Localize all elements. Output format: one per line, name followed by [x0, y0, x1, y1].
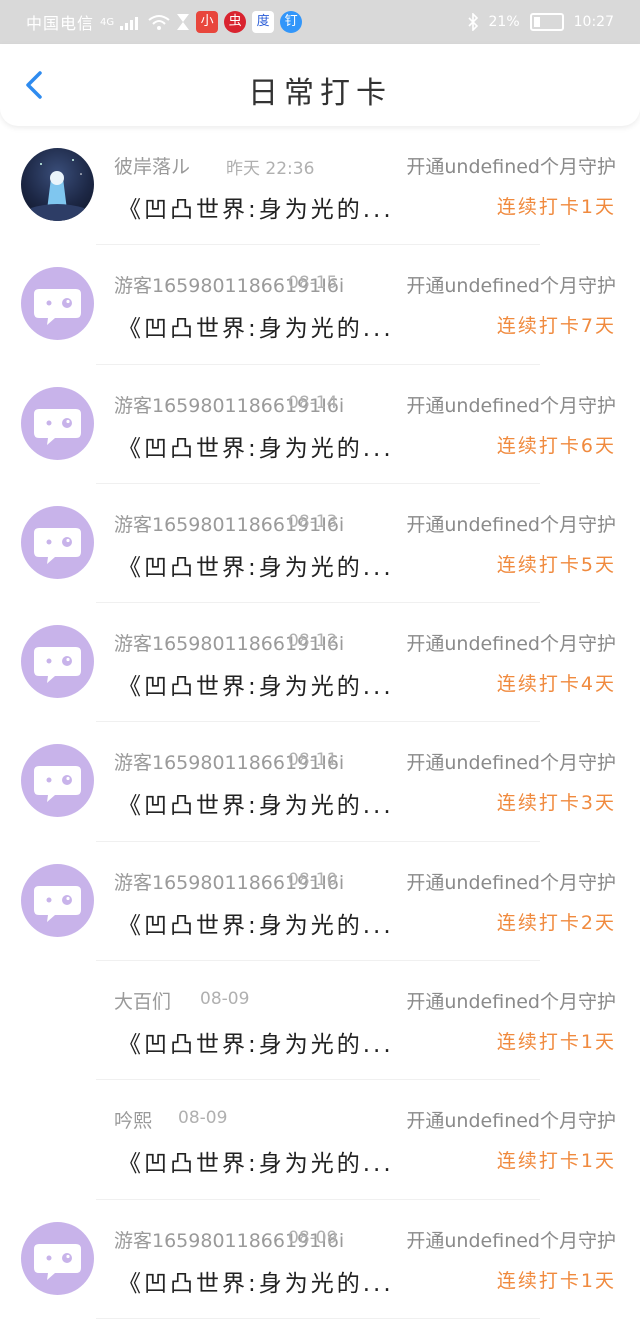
list-item[interactable]: 大百们 08-09 开通undefined个月守护 《凹凸世界:身为光的... 连续打卡… [0, 961, 640, 1081]
app-icon-xiaohongshu: 小 [196, 11, 219, 33]
post-date: 08-14 [288, 392, 338, 413]
page-title: 日常打卡 [248, 76, 392, 111]
guard-label: 开通undefined个月守护 [406, 1110, 616, 1133]
post-date: 08-10 [288, 869, 338, 890]
streak-label: 连续打卡3天 [496, 792, 616, 815]
status-bar: 中国电信 4G 小 虫 度 钉 21% 10:27 [0, 0, 640, 44]
checkin-text[interactable]: 《凹凸世界:身为光的... [118, 1144, 394, 1178]
streak-label: 连续打卡1天 [496, 196, 616, 218]
clock: 10:27 [573, 14, 614, 30]
guard-label: 开通undefined个月守护 [406, 991, 616, 1014]
streak-label: 连续打卡4天 [496, 673, 616, 696]
checkin-text[interactable]: 《凹凸世界:身为光的... [118, 1264, 394, 1298]
app-icon-chong: 虫 [224, 11, 247, 33]
guard-label: 开通undefined个月守护 [406, 1229, 616, 1252]
checkin-text[interactable]: 《凹凸世界:身为光的... [118, 190, 394, 224]
post-date: 08-09 [200, 989, 250, 1010]
network-label: 4G [100, 16, 115, 28]
chat-bubble-icon [34, 766, 81, 803]
list-item[interactable]: 游客16598011866191I6i 08-09 开通undefined个月守护《… [0, 1200, 640, 1319]
post-date: 08-09 [178, 1108, 228, 1129]
avatar[interactable] [21, 505, 94, 579]
chat-bubble-icon [34, 885, 81, 922]
chat-bubble-icon [34, 1243, 81, 1280]
guard-label: 开通undefined个月守护 [406, 633, 616, 656]
battery-icon [529, 13, 564, 31]
streak-label: 连续打卡5天 [496, 553, 616, 576]
app-icon-dingtalk: 钉 [280, 11, 303, 33]
checkin-text[interactable]: 《凹凸世界:身为光的... [118, 786, 394, 820]
streak-label: 连续打卡7天 [496, 315, 616, 338]
post-date: 08-11 [288, 750, 338, 771]
avatar[interactable] [21, 1221, 94, 1295]
guard-label: 开通undefined个月守护 [406, 752, 616, 775]
bluetooth-icon [467, 13, 478, 31]
guard-label: 开通undefined个月守护 [406, 275, 616, 298]
user-name[interactable]: 吟熙 [114, 1106, 152, 1133]
status-right: 21% 10:27 [467, 13, 640, 31]
list-item[interactable]: 游客16598011866191I6i 08-15 开通undefined个月守护《… [0, 245, 640, 365]
wifi-icon [148, 15, 170, 30]
user-name[interactable]: 彼岸落ル [114, 152, 190, 179]
list-item[interactable]: 游客16598011866191I6i 08-12 开通undefined个月守护《… [0, 603, 640, 723]
streak-label: 连续打卡1天 [496, 1150, 616, 1173]
checkin-text[interactable]: 《凹凸世界:身为光的... [118, 906, 394, 940]
status-left: 中国电信 4G 小 虫 度 钉 [0, 10, 303, 34]
avatar[interactable] [21, 148, 94, 221]
chat-bubble-icon [34, 408, 81, 445]
post-date: 08-13 [288, 511, 338, 532]
avatar[interactable] [21, 386, 94, 460]
checkin-text[interactable]: 《凹凸世界:身为光的... [118, 309, 394, 343]
signal-icon [120, 17, 139, 30]
checkin-text[interactable]: 《凹凸世界:身为光的... [118, 429, 394, 463]
carrier-label: 中国电信 [26, 14, 95, 33]
guard-label: 开通undefined个月守护 [406, 156, 616, 178]
checkin-text[interactable]: 《凹凸世界:身为光的... [118, 1025, 394, 1059]
list-item[interactable]: 吟熙 08-09 开通undefined个月守护 《凹凸世界:身为光的... 连续打卡1… [0, 1080, 640, 1200]
list-item[interactable]: 游客16598011866191I6i 08-14 开通undefined个月守护《… [0, 365, 640, 484]
hourglass-icon [177, 14, 190, 30]
battery-percent: 21% [488, 14, 520, 30]
guard-label: 开通undefined个月守护 [406, 513, 616, 536]
checkin-list: 彼岸落ル 昨天 22:36 开通undefined个月守护 《凹凸世界:身为光的...… [0, 126, 640, 1319]
streak-label: 连续打卡1天 [496, 1031, 616, 1054]
checkin-text[interactable]: 《凹凸世界:身为光的... [118, 548, 394, 582]
post-date: 08-15 [288, 273, 338, 294]
guard-label: 开通undefined个月守护 [406, 394, 616, 417]
chat-bubble-icon [34, 289, 81, 326]
checkin-text[interactable]: 《凹凸世界:身为光的... [118, 667, 394, 701]
app-icon-baidu: 度 [252, 11, 275, 33]
avatar[interactable] [21, 744, 94, 818]
avatar[interactable] [21, 267, 94, 341]
user-name[interactable]: 大百们 [114, 987, 171, 1014]
guard-label: 开通undefined个月守护 [406, 871, 616, 894]
list-item[interactable]: 彼岸落ル 昨天 22:36 开通undefined个月守护 《凹凸世界:身为光的...… [0, 126, 640, 246]
chat-bubble-icon [34, 647, 81, 684]
list-item[interactable]: 游客16598011866191I6i 08-10 开通undefined个月守护《… [0, 842, 640, 962]
header: 日常打卡 [0, 44, 640, 126]
streak-label: 连续打卡1天 [496, 1269, 616, 1292]
chat-bubble-icon [34, 527, 81, 564]
streak-label: 连续打卡6天 [496, 434, 616, 457]
streak-label: 连续打卡2天 [496, 911, 616, 934]
list-item[interactable]: 游客16598011866191I6i 08-13 开通undefined个月守护《… [0, 484, 640, 604]
avatar[interactable] [21, 863, 94, 937]
post-date: 08-09 [288, 1227, 338, 1248]
post-date: 昨天 22:36 [226, 159, 315, 179]
post-date: 08-12 [288, 631, 338, 652]
list-item[interactable]: 游客16598011866191I6i 08-11 开通undefined个月守护《… [0, 722, 640, 842]
avatar[interactable] [21, 625, 94, 699]
anime-girl-icon [31, 159, 84, 221]
